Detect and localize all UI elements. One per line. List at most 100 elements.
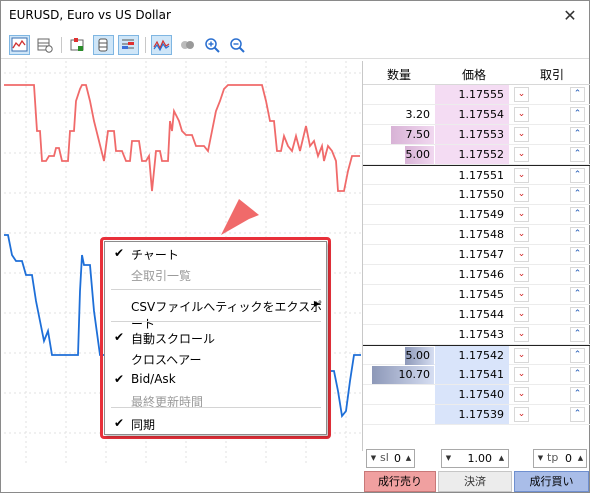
sell-limit-icon[interactable]: ⌄ xyxy=(514,407,529,422)
sell-limit-icon[interactable]: ⌄ xyxy=(514,327,529,342)
dom-price: 1.17552 xyxy=(435,145,509,164)
menu-item: 全取引一覧 xyxy=(105,264,326,285)
menu-item[interactable]: ✔ チャート xyxy=(105,243,326,264)
menu-item[interactable]: ✔ 同期 xyxy=(105,413,326,434)
sell-limit-icon[interactable]: ⌄ xyxy=(514,247,529,262)
buy-market-button[interactable]: 成行買い(Buy) xyxy=(514,471,589,492)
sl-value[interactable]: 0 xyxy=(389,452,401,465)
toolbar xyxy=(1,32,589,59)
buy-limit-icon[interactable]: ⌃ xyxy=(570,87,585,102)
depth-of-market-panel: 数量 価格 取引 1.17555 ⌄ ⌃ 3.20 1.17554 ⌄ ⌃ 7.50 1.175… xyxy=(362,61,590,451)
buy-limit-icon[interactable]: ⌃ xyxy=(570,367,585,382)
sell-limit-icon[interactable]: ⌄ xyxy=(514,287,529,302)
sl-increase-icon[interactable]: ▲ xyxy=(403,450,414,467)
sell-limit-icon[interactable]: ⌄ xyxy=(514,267,529,282)
buy-limit-icon[interactable]: ⌃ xyxy=(570,207,585,222)
buy-limit-icon[interactable]: ⌃ xyxy=(570,107,585,122)
dom-row: 1.17555 ⌄ ⌃ xyxy=(363,85,590,105)
menu-item[interactable]: CSVファイルへティックをエクスポート ▶ xyxy=(105,295,326,331)
close-position-button[interactable]: 決済 xyxy=(438,471,512,492)
buy-limit-icon[interactable]: ⌃ xyxy=(570,327,585,342)
dom-row: 1.17549 ⌄ ⌃ xyxy=(363,205,590,225)
check-icon: ✔ xyxy=(114,246,125,260)
tp-increase-icon[interactable]: ▲ xyxy=(575,450,586,467)
order-buttons: 成行売り(Sell) 決済 成行買い(Buy) xyxy=(363,471,590,492)
order-controls: ▼ sl 0 ▲ ▼ 1.00 ▲ ▼ tp 0 ▲ xyxy=(363,449,590,469)
sl-label: sl xyxy=(380,451,389,464)
depth-of-market-window: EURUSD, Euro vs US Dollar ✕ 数量 価格 取引 1.1… xyxy=(0,0,590,493)
volume-increase-icon[interactable]: ▲ xyxy=(496,450,507,467)
buy-limit-icon[interactable]: ⌃ xyxy=(570,348,585,363)
sell-limit-icon[interactable]: ⌄ xyxy=(514,147,529,162)
submenu-arrow-icon: ▶ xyxy=(313,299,320,308)
sell-limit-icon[interactable]: ⌄ xyxy=(514,207,529,222)
dom-row: 1.17547 ⌄ ⌃ xyxy=(363,245,590,265)
indicators-icon[interactable] xyxy=(177,35,198,55)
buy-limit-icon[interactable]: ⌃ xyxy=(570,267,585,282)
trade-icon[interactable] xyxy=(67,35,88,55)
sl-decrease-icon[interactable]: ▼ xyxy=(368,450,379,467)
buy-limit-icon[interactable]: ⌃ xyxy=(570,187,585,202)
sell-limit-icon[interactable]: ⌄ xyxy=(514,168,529,183)
dom-volume: 5.00 xyxy=(405,349,431,362)
buy-limit-icon[interactable]: ⌃ xyxy=(570,227,585,242)
buy-limit-icon[interactable]: ⌃ xyxy=(570,287,585,302)
depth-icon[interactable] xyxy=(118,35,139,55)
dom-price: 1.17555 xyxy=(435,85,509,104)
menu-item-label: 同期 xyxy=(131,418,156,432)
sell-limit-icon[interactable]: ⌄ xyxy=(514,187,529,202)
menu-separator xyxy=(111,321,321,322)
trade-column-header: 取引 xyxy=(539,68,564,82)
bid-price-line xyxy=(4,234,109,362)
zoom-in-icon[interactable] xyxy=(202,35,223,55)
buy-limit-icon[interactable]: ⌃ xyxy=(570,407,585,422)
title-bar: EURUSD, Euro vs US Dollar ✕ xyxy=(1,1,589,32)
menu-item[interactable]: クロスヘアー xyxy=(105,348,326,369)
dom-row: 1.17546 ⌄ ⌃ xyxy=(363,265,590,285)
dom-row: 1.17545 ⌄ ⌃ xyxy=(363,285,590,305)
menu-item-label: Bid/Ask xyxy=(131,372,176,386)
dom-price: 1.17547 xyxy=(458,248,505,261)
sell-market-button[interactable]: 成行売り(Sell) xyxy=(364,471,436,492)
sell-limit-icon[interactable]: ⌄ xyxy=(514,127,529,142)
sell-limit-icon[interactable]: ⌄ xyxy=(514,367,529,382)
tick-chart-icon[interactable] xyxy=(151,35,172,55)
price-column-header: 価格 xyxy=(461,68,486,82)
dom-volume: 3.20 xyxy=(405,108,431,121)
check-icon: ✔ xyxy=(114,416,125,430)
tp-value[interactable]: 0 xyxy=(558,452,572,465)
sell-limit-icon[interactable]: ⌄ xyxy=(514,307,529,322)
menu-item[interactable]: ✔ Bid/Ask xyxy=(105,369,326,390)
dom-price: 1.17551 xyxy=(458,169,505,182)
stop-loss-spinner[interactable]: ▼ sl 0 ▲ xyxy=(366,449,415,468)
dom-header: 数量 価格 取引 xyxy=(363,61,590,85)
sell-limit-icon[interactable]: ⌄ xyxy=(514,387,529,402)
sell-limit-icon[interactable]: ⌄ xyxy=(514,87,529,102)
table-view-icon[interactable] xyxy=(34,35,55,55)
dom-price: 1.17545 xyxy=(458,288,505,301)
volume-spinner[interactable]: ▼ 1.00 ▲ xyxy=(441,449,509,468)
buy-limit-icon[interactable]: ⌃ xyxy=(570,168,585,183)
chart-view-icon[interactable] xyxy=(9,35,30,55)
sell-limit-icon[interactable]: ⌄ xyxy=(514,107,529,122)
dom-price: 1.17553 xyxy=(435,125,509,144)
dom-price: 1.17549 xyxy=(458,208,505,221)
volume-icon[interactable] xyxy=(93,35,114,55)
dom-price: 1.17541 xyxy=(435,365,509,384)
buy-limit-icon[interactable]: ⌃ xyxy=(570,307,585,322)
menu-item[interactable]: ✔ 自動スクロール xyxy=(105,327,326,348)
tp-decrease-icon[interactable]: ▼ xyxy=(535,450,546,467)
buy-limit-icon[interactable]: ⌃ xyxy=(570,387,585,402)
sell-limit-icon[interactable]: ⌄ xyxy=(514,227,529,242)
sell-limit-icon[interactable]: ⌄ xyxy=(514,348,529,363)
buy-limit-icon[interactable]: ⌃ xyxy=(570,247,585,262)
dom-row: 5.00 1.17542 ⌄ ⌃ xyxy=(363,345,590,365)
close-button[interactable]: ✕ xyxy=(557,3,583,29)
take-profit-spinner[interactable]: ▼ tp 0 ▲ xyxy=(533,449,587,468)
volume-value[interactable]: 1.00 xyxy=(456,452,493,465)
zoom-out-icon[interactable] xyxy=(227,35,248,55)
dom-row: 1.17544 ⌄ ⌃ xyxy=(363,305,590,325)
buy-limit-icon[interactable]: ⌃ xyxy=(570,147,585,162)
volume-decrease-icon[interactable]: ▼ xyxy=(443,450,454,467)
buy-limit-icon[interactable]: ⌃ xyxy=(570,127,585,142)
